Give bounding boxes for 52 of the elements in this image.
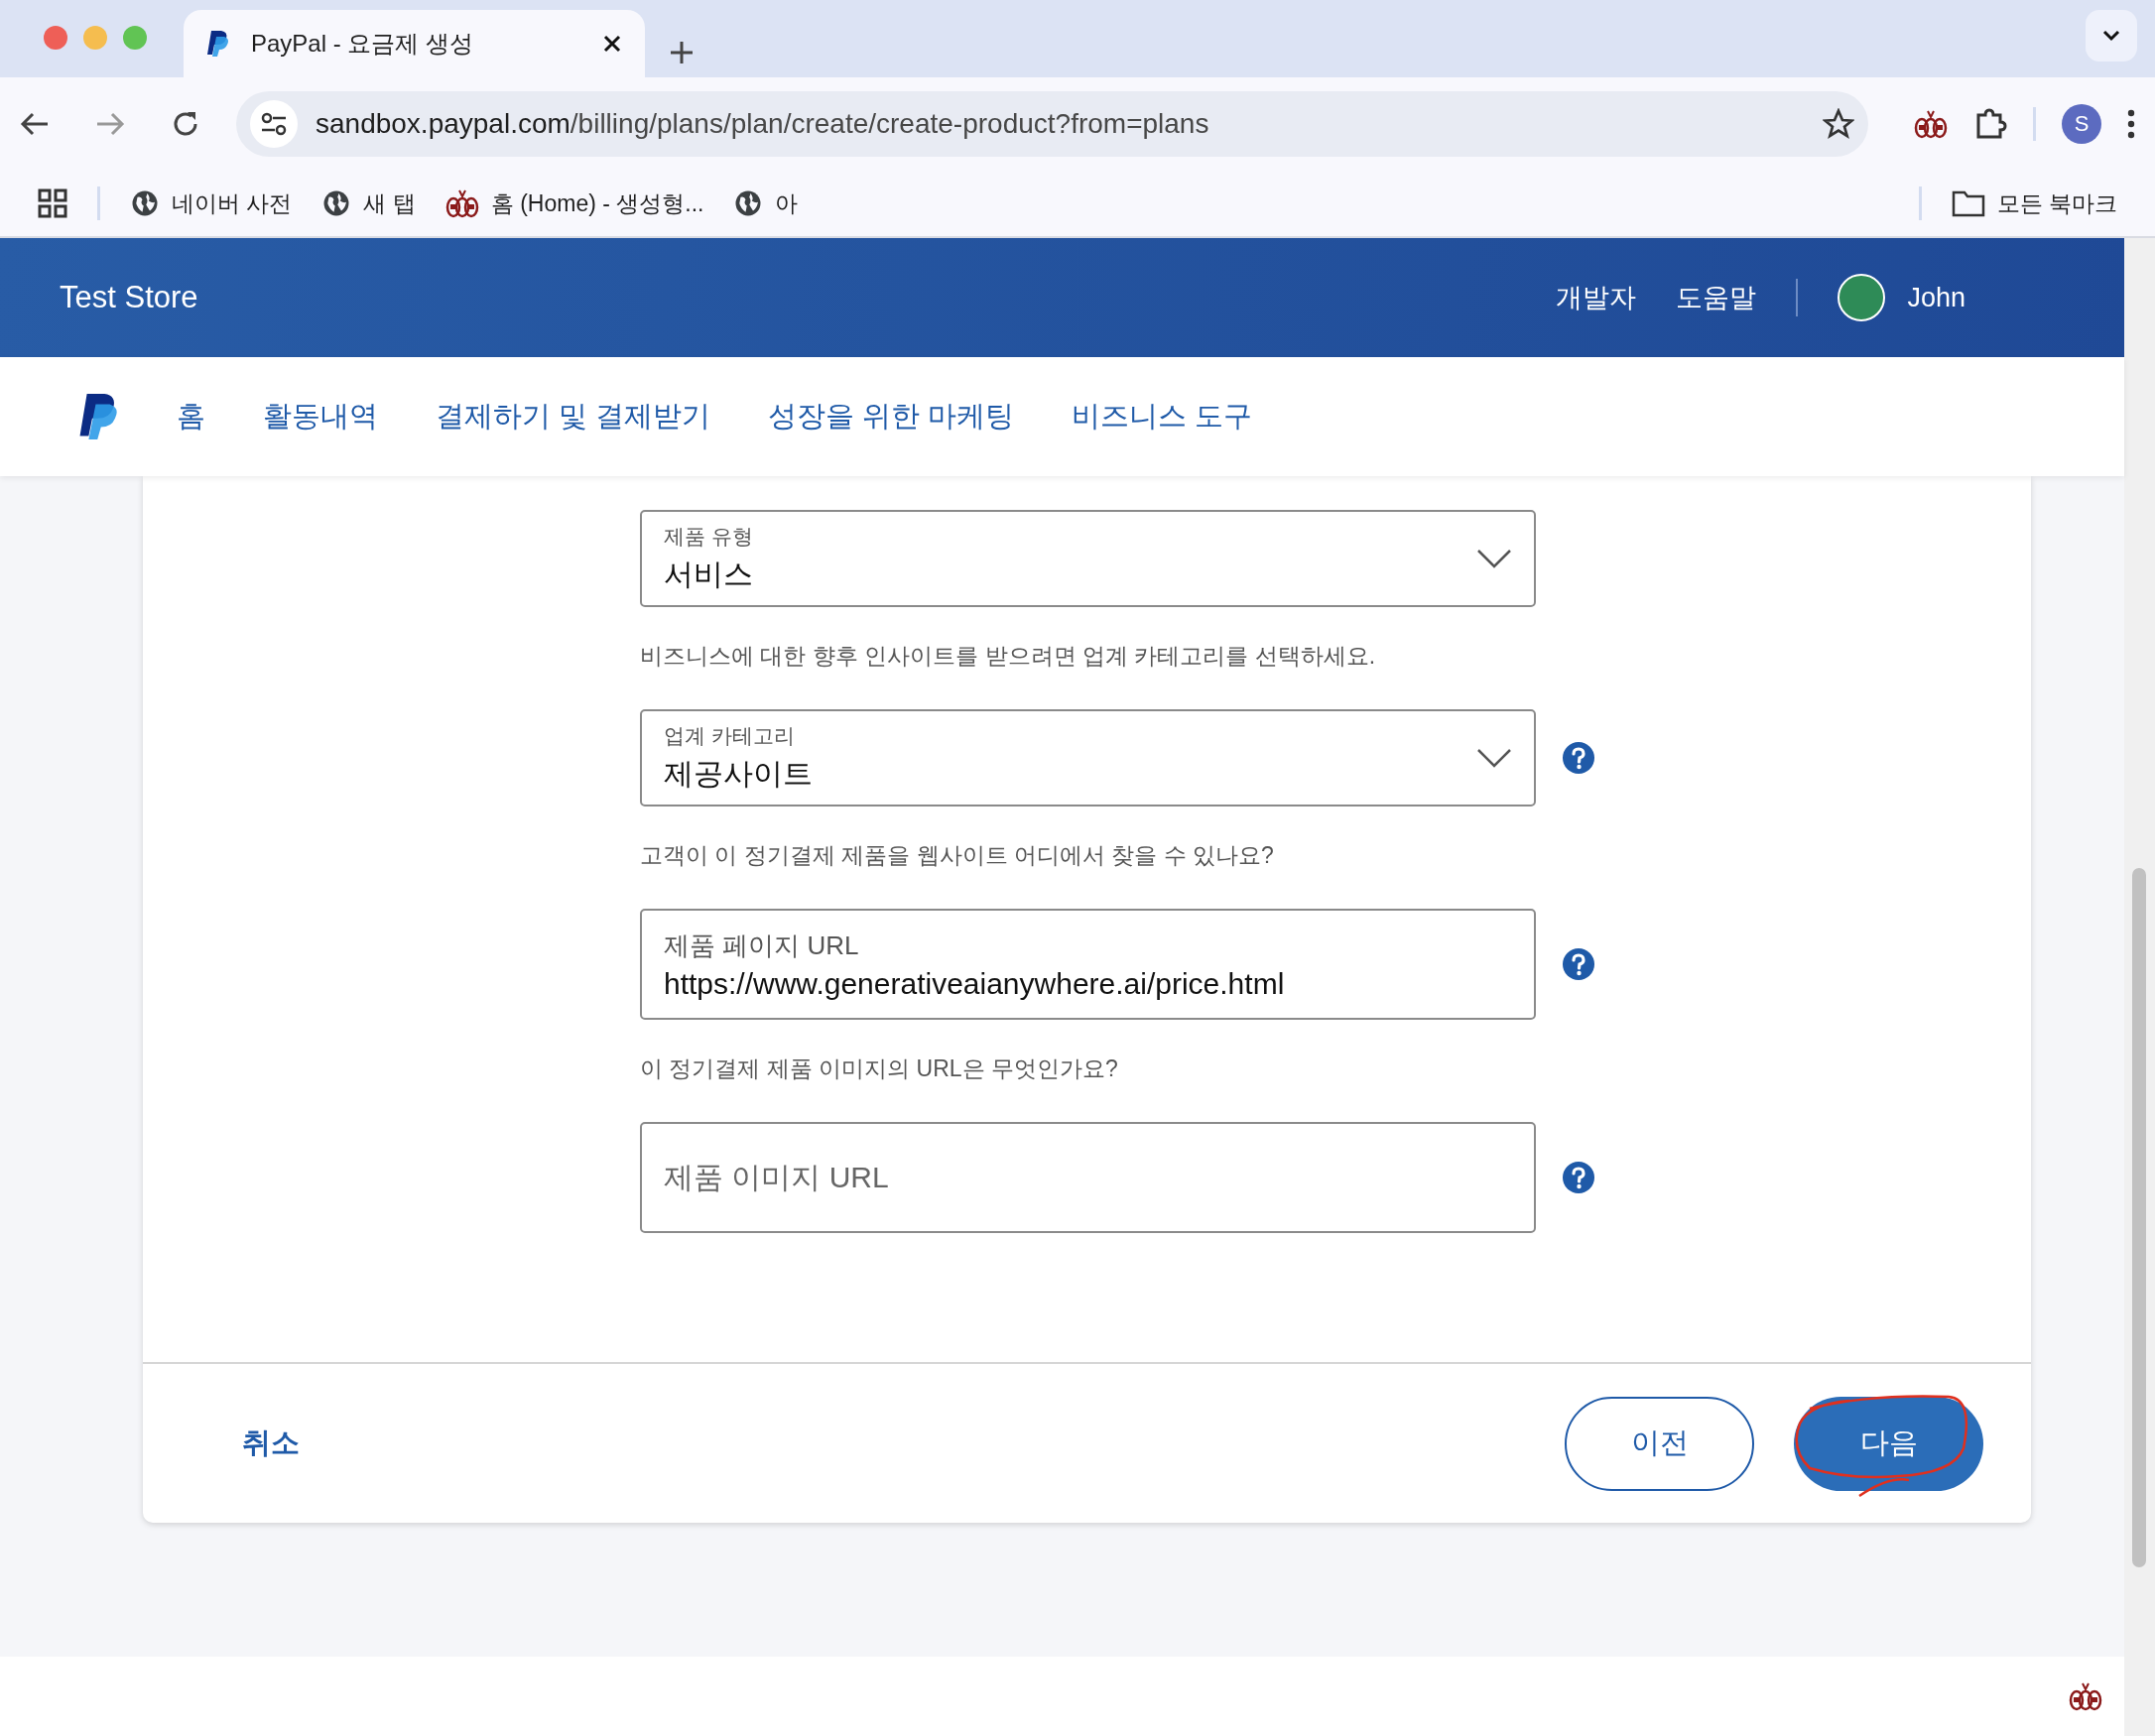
paypal-logo-icon[interactable] — [79, 394, 119, 439]
user-name[interactable]: John — [1907, 282, 1965, 313]
store-name: Test Store — [60, 280, 199, 315]
help-icon[interactable] — [1562, 741, 1595, 775]
scrollbar[interactable] — [2124, 238, 2155, 1736]
extension-icon — [1914, 109, 1948, 139]
globe-icon — [130, 188, 160, 218]
header-link[interactable]: 도움말 — [1676, 280, 1757, 315]
question-text: 비즈니스에 대한 향후 인사이트를 받으려면 업계 카테고리를 선택하세요. — [640, 642, 1377, 671]
forward-icon[interactable] — [95, 111, 125, 137]
bookmark-item[interactable]: 홈 (Home) - 생성형... — [444, 187, 704, 219]
select-field[interactable]: 제품 유형 서비스 — [640, 510, 1536, 607]
bottles-icon — [2069, 1681, 2102, 1711]
close-icon[interactable] — [603, 35, 621, 53]
input-field[interactable]: 제품 페이지 URL https://www.generativeaianywhere.ai/price.html — [640, 909, 1536, 1020]
star-icon[interactable] — [1823, 108, 1854, 140]
tab-list-button[interactable] — [2086, 10, 2137, 62]
previous-button[interactable]: 이전 — [1565, 1396, 1754, 1491]
help-icon[interactable] — [1562, 1161, 1595, 1194]
select-field[interactable]: 업계 카테고리 제공사이트 — [640, 709, 1536, 806]
chevron-down-icon — [2102, 30, 2120, 42]
browser-tab[interactable]: PayPal - 요금제 생성 — [184, 10, 645, 77]
folder-icon — [1951, 189, 1985, 217]
header-link[interactable]: 개발자 — [1556, 280, 1637, 315]
paypal-logo-icon — [207, 31, 229, 57]
close-window-button[interactable] — [44, 26, 67, 50]
new-tab-icon[interactable] — [669, 40, 695, 65]
back-icon[interactable] — [20, 111, 50, 137]
all-bookmarks-item[interactable]: 모든 북마크 — [1951, 187, 2117, 219]
bookmark-item[interactable]: 아 — [733, 187, 799, 219]
more-icon[interactable] — [2127, 109, 2135, 139]
nav-link[interactable]: 성장을 위한 마케팅 — [768, 397, 1015, 436]
nav-link[interactable]: 비즈니스 도구 — [1072, 397, 1253, 436]
cancel-link[interactable]: 취소 — [242, 1424, 1525, 1463]
help-icon[interactable] — [1562, 947, 1595, 981]
nav-link[interactable]: 결제하기 및 결제받기 — [436, 397, 711, 436]
input-field[interactable]: 제품 이미지 URL — [640, 1122, 1536, 1233]
bottles-icon — [444, 188, 479, 218]
chevron-down-icon — [1476, 748, 1512, 768]
bookmark-item[interactable]: 새 탭 — [321, 187, 416, 219]
question-text: 이 정기결제 제품 이미지의 URL은 무엇인가요? — [640, 1054, 1119, 1083]
profile-avatar[interactable]: S — [2062, 104, 2101, 144]
address-bar[interactable]: sandbox.paypal.com/billing/plans/plan/create/create-product?from=plans — [236, 91, 1868, 157]
bookmark-item[interactable]: 네이버 사전 — [130, 187, 293, 219]
nav-link[interactable]: 활동내역 — [263, 397, 378, 436]
nav-link[interactable]: 홈 — [177, 397, 205, 436]
question-text: 고객이 이 정기결제 제품을 웹사이트 어디에서 찾을 수 있나요? — [640, 841, 1275, 870]
user-avatar[interactable] — [1838, 274, 1886, 321]
chevron-down-icon — [1476, 549, 1512, 568]
site-settings-icon[interactable] — [260, 112, 288, 136]
next-button[interactable]: 다음 — [1794, 1396, 1983, 1491]
apps-grid-icon[interactable] — [38, 188, 67, 218]
